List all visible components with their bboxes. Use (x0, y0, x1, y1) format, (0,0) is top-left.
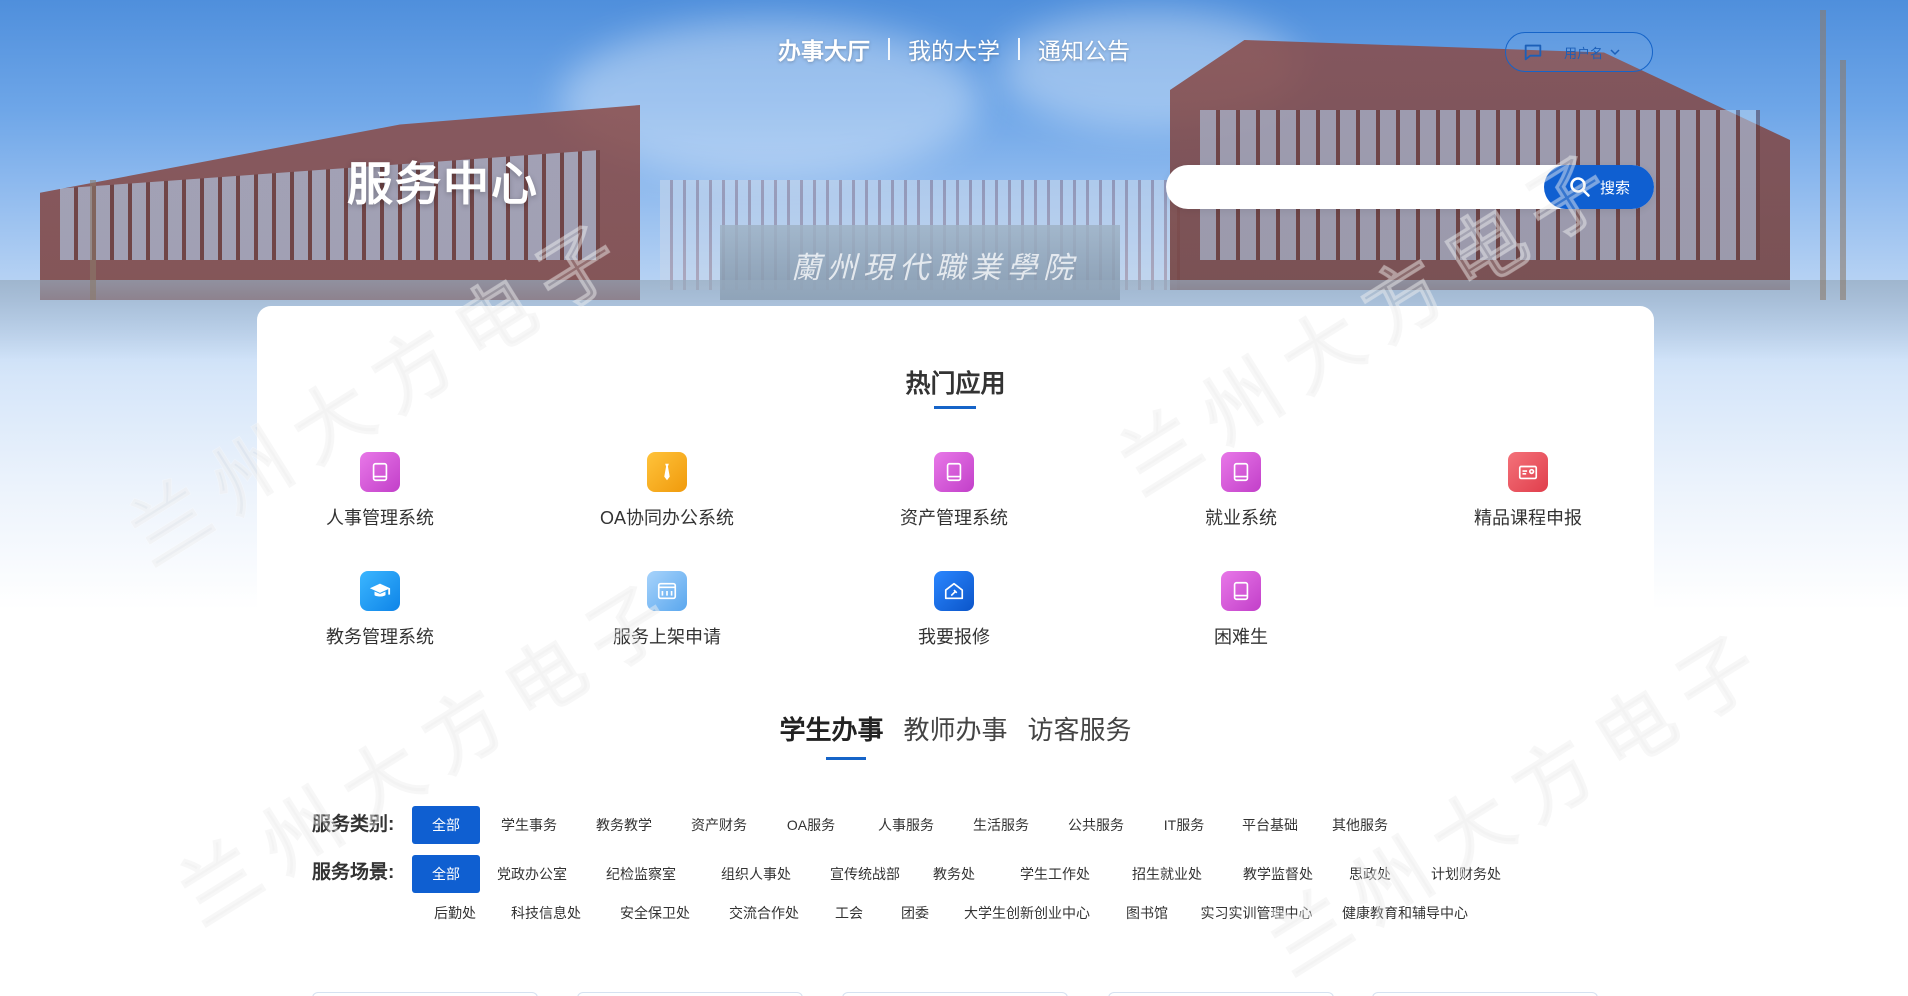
scene-chip[interactable]: 党政办公室 (488, 855, 576, 893)
search-button[interactable]: 搜索 (1544, 165, 1654, 209)
category-chip[interactable]: 资产财务 (681, 806, 757, 844)
book-icon (1221, 571, 1261, 611)
service-tile[interactable] (1108, 992, 1334, 996)
app-asset-system[interactable]: 资产管理系统 (854, 452, 1054, 530)
home-repair-icon (934, 571, 974, 611)
scene-chip[interactable]: 纪检监察室 (597, 855, 685, 893)
tab-teacher-affairs[interactable]: 教师办事 (903, 710, 1007, 747)
scene-chip[interactable]: 后勤处 (427, 894, 483, 932)
category-chip[interactable]: OA服务 (776, 806, 846, 844)
app-label: 精品课程申报 (1474, 508, 1582, 528)
scene-chip[interactable]: 组织人事处 (712, 855, 800, 893)
app-label: 我要报修 (918, 627, 990, 647)
book-icon (934, 452, 974, 492)
graduation-cap-icon (360, 571, 400, 611)
app-course-application[interactable]: 精品课程申报 (1428, 452, 1628, 530)
service-tile[interactable] (312, 992, 538, 996)
app-hr-system[interactable]: 人事管理系统 (280, 452, 480, 530)
app-label: 人事管理系统 (326, 508, 434, 528)
category-chip[interactable]: 平台基础 (1232, 806, 1308, 844)
app-academic-system[interactable]: 教务管理系统 (280, 571, 480, 649)
search-icon (1570, 177, 1590, 197)
page-title: 服务中心 (347, 158, 539, 210)
app-label: OA协同办公系统 (599, 508, 734, 528)
scene-chip[interactable]: 教务处 (926, 855, 982, 893)
book-icon (360, 452, 400, 492)
app-employment-system[interactable]: 就业系统 (1141, 452, 1341, 530)
scene-filter-label: 服务场景: (312, 862, 395, 883)
app-oa-system[interactable]: OA协同办公系统 (567, 452, 767, 530)
app-label: 就业系统 (1205, 508, 1277, 528)
hot-apps-title: 热门应用 (905, 370, 1006, 398)
nav-divider (888, 38, 890, 60)
scene-chip[interactable]: 交流合作处 (720, 894, 808, 932)
nav-item-my-university[interactable]: 我的大学 (890, 32, 1018, 66)
scene-chip[interactable]: 团委 (893, 894, 937, 932)
username: 用户名 (1564, 45, 1604, 61)
scene-chip[interactable]: 科技信息处 (502, 894, 590, 932)
bank-icon (647, 571, 687, 611)
search-bar: 搜索 (1166, 165, 1654, 209)
scene-chip-all[interactable]: 全部 (412, 855, 480, 893)
chat-icon (1524, 44, 1542, 61)
app-service-listing[interactable]: 服务上架申请 (567, 571, 767, 649)
tab-student-affairs[interactable]: 学生办事 (779, 710, 883, 747)
scene-chip[interactable]: 安全保卫处 (611, 894, 699, 932)
service-tile[interactable] (842, 992, 1068, 996)
scene-chip[interactable]: 工会 (827, 894, 871, 932)
app-repair-request[interactable]: 我要报修 (854, 571, 1054, 649)
tab-visitor-service[interactable]: 访客服务 (1028, 710, 1132, 747)
service-tabs: 学生办事 教师办事 访客服务 (257, 710, 1654, 747)
category-chip[interactable]: 公共服务 (1058, 806, 1134, 844)
scene-chip[interactable]: 计划财务处 (1422, 855, 1510, 893)
chevron-down-icon (1610, 49, 1620, 56)
scene-chip[interactable]: 健康教育和辅导中心 (1335, 894, 1475, 932)
app-needy-student[interactable]: 困难生 (1141, 571, 1341, 649)
app-label: 资产管理系统 (900, 508, 1008, 528)
category-chip[interactable]: 人事服务 (868, 806, 944, 844)
nav-item-hall[interactable]: 办事大厅 (760, 32, 888, 66)
app-label: 困难生 (1214, 627, 1268, 647)
service-tile[interactable] (1372, 992, 1598, 996)
scene-chip[interactable]: 宣传统战部 (821, 855, 909, 893)
scene-chip[interactable]: 实习实训管理中心 (1194, 894, 1319, 932)
search-input[interactable] (1186, 165, 1526, 209)
app-label: 教务管理系统 (326, 627, 434, 647)
user-menu[interactable]: 用户名 (1505, 32, 1653, 72)
category-chip[interactable]: 学生事务 (491, 806, 567, 844)
category-filter-label: 服务类别: (312, 814, 395, 835)
nav-divider (1018, 38, 1020, 60)
category-chip[interactable]: 其他服务 (1322, 806, 1398, 844)
id-card-icon (1508, 452, 1548, 492)
scene-chip[interactable]: 思政处 (1340, 855, 1400, 893)
hot-apps-underline (934, 406, 976, 409)
scene-chip[interactable]: 大学生创新创业中心 (957, 894, 1097, 932)
main-card: 热门应用 人事管理系统 OA协同办公系统 资产管理系统 就业系统 精品课程申报 (257, 306, 1654, 996)
tie-icon (647, 452, 687, 492)
service-tile[interactable] (577, 992, 803, 996)
scene-chip[interactable]: 招生就业处 (1123, 855, 1211, 893)
tab-active-underline (826, 757, 866, 760)
book-icon (1221, 452, 1261, 492)
category-chip[interactable]: 生活服务 (963, 806, 1039, 844)
scene-chip[interactable]: 学生工作处 (1011, 855, 1099, 893)
category-chip[interactable]: 教务教学 (586, 806, 662, 844)
nav-item-notices[interactable]: 通知公告 (1020, 32, 1148, 66)
scene-chip[interactable]: 教学监督处 (1234, 855, 1322, 893)
category-chip[interactable]: IT服务 (1152, 806, 1216, 844)
scene-chip[interactable]: 图书馆 (1117, 894, 1177, 932)
app-label: 服务上架申请 (613, 627, 721, 647)
search-button-label: 搜索 (1599, 179, 1630, 197)
category-chip-all[interactable]: 全部 (412, 806, 480, 844)
